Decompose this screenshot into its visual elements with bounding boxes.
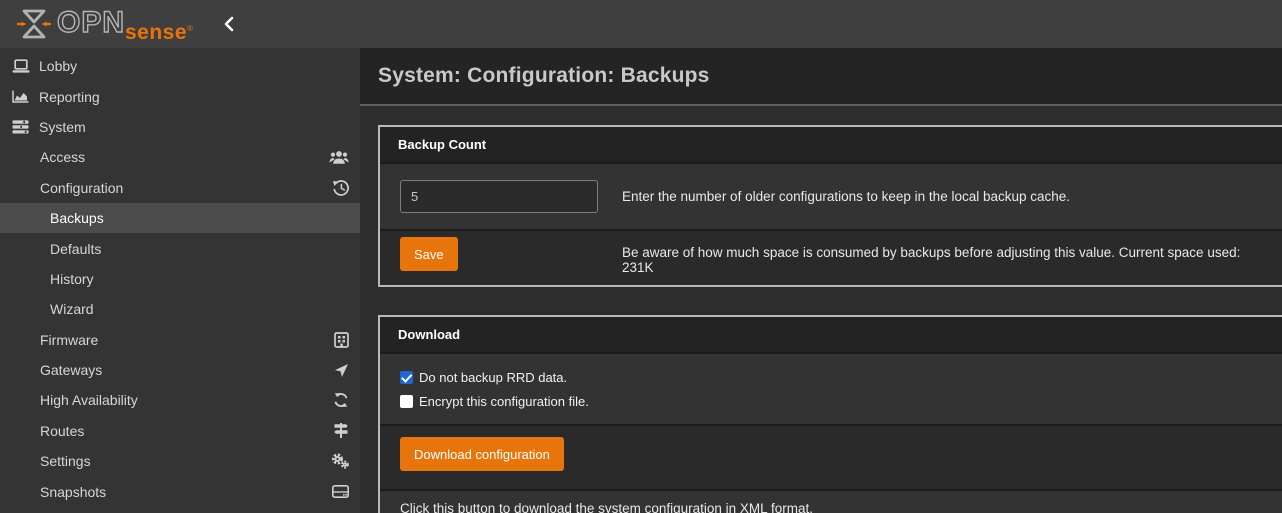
- sidebar-item-label: Routes: [40, 423, 84, 439]
- sidebar-item-configuration[interactable]: Configuration: [0, 173, 360, 203]
- rrd-checkbox-label[interactable]: Do not backup RRD data.: [400, 366, 1266, 388]
- backup-count-input[interactable]: [400, 180, 598, 213]
- download-options-row: Do not backup RRD data. Encrypt this con…: [380, 354, 1282, 426]
- content-body: Backup Count Enter the number of older c…: [360, 106, 1282, 513]
- hdd-icon: [332, 485, 349, 498]
- save-button[interactable]: Save: [400, 237, 458, 271]
- sidebar-item-history[interactable]: History: [0, 264, 360, 294]
- encrypt-checkbox[interactable]: [400, 395, 413, 408]
- sidebar-item-label: Snapshots: [40, 484, 106, 500]
- main-content: System: Configuration: Backups Backup Co…: [360, 48, 1282, 513]
- backup-count-input-cell: [400, 180, 622, 213]
- sidebar-nav: Lobby Reporting: [0, 48, 360, 513]
- download-help-row: Click this button to download the system…: [380, 491, 1282, 513]
- encrypt-checkbox-text: Encrypt this configuration file.: [419, 394, 589, 409]
- sidebar-item-label: Wizard: [50, 301, 94, 317]
- sidebar-item-backups[interactable]: Backups: [0, 203, 360, 233]
- backup-count-save-help: Be aware of how much space is consumed b…: [622, 237, 1266, 275]
- backup-count-input-help: Enter the number of older configurations…: [622, 189, 1070, 204]
- sidebar-item-settings[interactable]: Settings: [0, 446, 360, 476]
- logo-text: OPN sense ®: [56, 3, 193, 45]
- sidebar-item-snapshots[interactable]: Snapshots: [0, 476, 360, 506]
- rrd-checkbox-text: Do not backup RRD data.: [419, 370, 567, 385]
- page-title: System: Configuration: Backups: [378, 64, 710, 88]
- backup-count-save-row: Save Be aware of how much space is consu…: [380, 231, 1282, 285]
- sidebar-item-high-availability[interactable]: High Availability: [0, 385, 360, 415]
- sidebar-item-firmware[interactable]: Firmware: [0, 325, 360, 355]
- sidebar-item-defaults[interactable]: Defaults: [0, 233, 360, 263]
- firmware-icon: [334, 332, 349, 348]
- chevron-left-icon: [223, 16, 235, 32]
- logo-sense: sense: [125, 21, 187, 45]
- sidebar-item-label: Access: [40, 149, 85, 165]
- download-help-text: Click this button to download the system…: [400, 501, 813, 513]
- location-arrow-icon: [334, 363, 349, 378]
- refresh-icon: [333, 392, 349, 408]
- history-icon: [332, 180, 349, 196]
- rrd-checkbox[interactable]: [400, 371, 413, 384]
- sidebar-item-label: History: [50, 271, 94, 287]
- download-button-row: Download configuration: [380, 426, 1282, 491]
- sidebar-item-reporting[interactable]: Reporting: [0, 81, 360, 111]
- sidebar-item-label: Firmware: [40, 332, 98, 348]
- backup-count-panel-header: Backup Count: [380, 127, 1282, 164]
- sidebar-item-wizard[interactable]: Wizard: [0, 294, 360, 324]
- sidebar-item-label: Gateways: [40, 362, 102, 378]
- topbar: OPN sense ®: [0, 0, 1282, 48]
- sidebar-item-label: System: [39, 119, 86, 135]
- sidebar-item-label: Settings: [40, 453, 91, 469]
- logo-opn-outline: OPN: [56, 3, 128, 39]
- sidebar-item-access[interactable]: Access: [0, 142, 360, 172]
- backup-count-input-row: Enter the number of older configurations…: [380, 164, 1282, 231]
- opnsense-logo[interactable]: OPN sense ®: [16, 3, 193, 45]
- map-signs-icon: [333, 423, 349, 438]
- download-configuration-button[interactable]: Download configuration: [400, 437, 564, 471]
- download-panel: Download Do not backup RRD data. Encrypt…: [378, 315, 1282, 513]
- sidebar-item-label: Configuration: [40, 180, 123, 196]
- sidebar-item-system[interactable]: System: [0, 112, 360, 142]
- sidebar-item-label: Lobby: [39, 58, 77, 74]
- laptop-icon: [10, 59, 31, 74]
- sidebar-collapse-button[interactable]: [219, 12, 239, 36]
- users-icon: [329, 150, 349, 165]
- download-panel-header: Download: [380, 317, 1282, 354]
- sidebar-item-gateways[interactable]: Gateways: [0, 355, 360, 385]
- area-chart-icon: [10, 90, 31, 104]
- backup-count-panel: Backup Count Enter the number of older c…: [378, 125, 1282, 287]
- encrypt-checkbox-label[interactable]: Encrypt this configuration file.: [400, 390, 1266, 412]
- tasks-icon: [10, 120, 31, 134]
- sidebar-item-label: Reporting: [39, 89, 100, 105]
- hourglass-logo-icon: [16, 7, 52, 41]
- sidebar-item-routes[interactable]: Routes: [0, 416, 360, 446]
- sidebar-item-label: Backups: [50, 210, 104, 226]
- svg-text:OPN: OPN: [57, 6, 125, 39]
- page-header: System: Configuration: Backups: [360, 48, 1282, 106]
- logo-registered-mark: ®: [187, 24, 193, 33]
- cogs-icon: [331, 453, 349, 469]
- sidebar-item-lobby[interactable]: Lobby: [0, 51, 360, 81]
- opnsense-app: OPN sense ®: [0, 0, 1282, 513]
- sidebar-item-label: Defaults: [50, 241, 101, 257]
- backup-count-save-cell: Save: [400, 237, 622, 271]
- sidebar-item-label: High Availability: [40, 392, 138, 408]
